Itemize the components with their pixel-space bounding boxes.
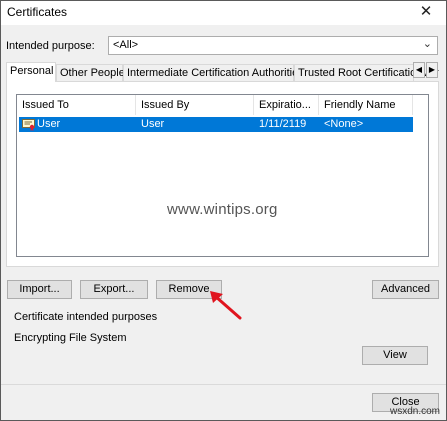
intended-purpose-label: Intended purpose: <box>6 40 95 52</box>
column-issued-to[interactable]: Issued To <box>17 95 136 115</box>
tab-scroll-left-icon[interactable]: ◀ <box>413 62 425 78</box>
certificate-icon <box>22 119 35 131</box>
close-icon[interactable]: ✕ <box>406 1 446 25</box>
certificate-list[interactable]: Issued To Issued By Expiratio... Friendl… <box>16 94 429 257</box>
title-bar: Certificates ✕ <box>1 1 446 25</box>
tab-strip: Personal Other People Intermediate Certi… <box>6 62 439 82</box>
tab-trusted-root-ca[interactable]: Trusted Root Certification Authorities <box>294 64 439 81</box>
personal-tab-panel: Issued To Issued By Expiratio... Friendl… <box>6 81 439 267</box>
import-button[interactable]: Import... <box>7 280 72 299</box>
site-watermark: wsxdn.com <box>389 406 440 417</box>
intended-purpose-value: <All> <box>113 39 139 51</box>
list-header: Issued To Issued By Expiratio... Friendl… <box>17 95 428 115</box>
intended-purposes-title: Certificate intended purposes <box>14 311 158 323</box>
advanced-button[interactable]: Advanced <box>372 280 439 299</box>
intended-purposes-value: Encrypting File System <box>14 332 127 344</box>
red-arrow-annotation <box>210 291 242 320</box>
chevron-down-icon: ⌄ <box>422 38 432 50</box>
tab-scroll-right-icon[interactable]: ▶ <box>426 62 438 78</box>
table-row[interactable]: User User 1/11/2119 <None> <box>19 117 413 132</box>
intended-purpose-select[interactable]: <All> ⌄ <box>108 36 438 55</box>
cell-expiration: 1/11/2119 <box>259 118 307 130</box>
cell-issued-to: User <box>37 118 61 130</box>
tab-other-people[interactable]: Other People <box>56 64 125 81</box>
column-issued-by[interactable]: Issued By <box>136 95 254 115</box>
footer-divider <box>1 384 446 385</box>
certificates-dialog: Certificates ✕ Intended purpose: <All> ⌄… <box>0 0 447 421</box>
wintips-watermark: www.wintips.org <box>167 201 278 218</box>
cell-friendly-name: <None> <box>324 118 364 130</box>
cell-issued-by: User <box>141 118 165 130</box>
tab-intermediate-ca[interactable]: Intermediate Certification Authorities <box>123 64 304 81</box>
column-expiration[interactable]: Expiratio... <box>254 95 319 115</box>
view-button[interactable]: View <box>362 346 428 365</box>
tab-personal[interactable]: Personal <box>6 62 56 82</box>
window-title: Certificates <box>7 5 68 19</box>
export-button[interactable]: Export... <box>80 280 148 299</box>
column-friendly-name[interactable]: Friendly Name <box>319 95 413 115</box>
